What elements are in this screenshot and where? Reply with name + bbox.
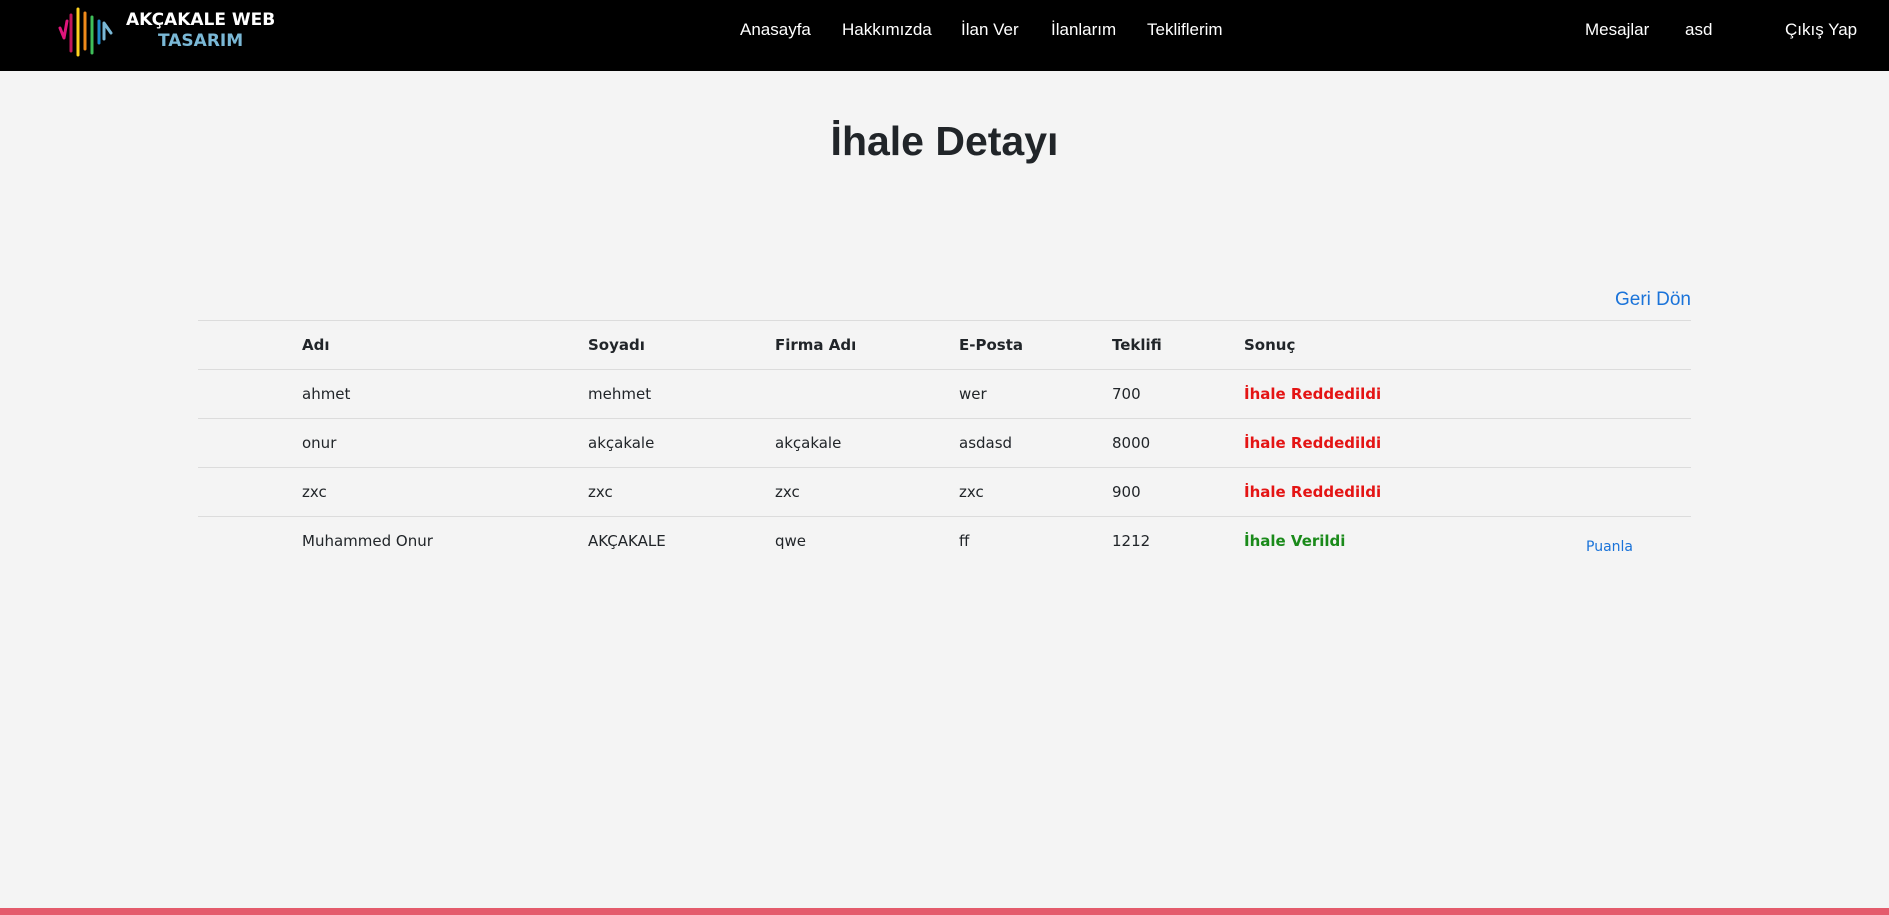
cell-email: wer: [959, 385, 987, 403]
column-header-company: Firma Adı: [775, 336, 857, 354]
logo-line1: AKÇAKALE WEB: [126, 10, 276, 30]
rate-link[interactable]: Puanla: [1586, 539, 1633, 555]
table-divider: [198, 467, 1691, 468]
nav-link-messages[interactable]: Mesajlar: [1585, 20, 1649, 40]
cell-email: zxc: [959, 483, 984, 501]
nav-link-home[interactable]: Anasayfa: [740, 20, 811, 40]
cell-first-name: Muhammed Onur: [302, 532, 433, 550]
column-header-last-name: Soyadı: [588, 336, 645, 354]
nav-link-my-ads[interactable]: İlanlarım: [1051, 20, 1116, 40]
nav-user-name[interactable]: asd: [1685, 20, 1712, 40]
cell-first-name: zxc: [302, 483, 327, 501]
cell-last-name: mehmet: [588, 385, 652, 403]
table-divider: [198, 418, 1691, 419]
logo-bars-icon: [58, 7, 113, 57]
column-header-offer: Teklifi: [1112, 336, 1162, 354]
column-header-email: E-Posta: [959, 336, 1023, 354]
nav-link-post-ad[interactable]: İlan Ver: [961, 20, 1019, 40]
cell-company: zxc: [775, 483, 800, 501]
table-divider: [198, 369, 1691, 370]
cell-company: akçakale: [775, 434, 842, 452]
cell-offer: 1212: [1112, 532, 1151, 550]
page-title: İhale Detayı: [830, 118, 1059, 164]
logo-text: AKÇAKALE WEB TASARIM: [126, 10, 275, 52]
nav-link-about[interactable]: Hakkımızda: [842, 20, 932, 40]
table-divider: [198, 320, 1691, 321]
cell-first-name: onur: [302, 434, 337, 452]
footer-accent-bar: [0, 908, 1889, 915]
cell-last-name: akçakale: [588, 434, 655, 452]
nav-link-my-offers[interactable]: Tekliflerim: [1147, 20, 1223, 40]
cell-result-awarded: İhale Verildi: [1244, 532, 1346, 550]
cell-first-name: ahmet: [302, 385, 351, 403]
column-header-result: Sonuç: [1244, 336, 1296, 354]
back-link[interactable]: Geri Dön: [1615, 289, 1691, 311]
cell-company: qwe: [775, 532, 807, 550]
cell-result-rejected: İhale Reddedildi: [1244, 434, 1382, 452]
nav-link-logout[interactable]: Çıkış Yap: [1785, 20, 1857, 40]
site-logo[interactable]: AKÇAKALE WEB TASARIM: [58, 3, 278, 63]
cell-offer: 700: [1112, 385, 1141, 403]
cell-email: asdasd: [959, 434, 1013, 452]
top-navbar: AKÇAKALE WEB TASARIM Anasayfa Hakkımızda…: [0, 0, 1889, 71]
cell-result-rejected: İhale Reddedildi: [1244, 385, 1382, 403]
cell-offer: 900: [1112, 483, 1141, 501]
cell-email: ff: [959, 532, 970, 550]
cell-last-name: zxc: [588, 483, 613, 501]
column-header-first-name: Adı: [302, 336, 330, 354]
logo-line2: TASARIM: [158, 31, 244, 51]
cell-offer: 8000: [1112, 434, 1151, 452]
cell-last-name: AKÇAKALE: [588, 532, 666, 550]
table-divider: [198, 516, 1691, 517]
cell-result-rejected: İhale Reddedildi: [1244, 483, 1382, 501]
